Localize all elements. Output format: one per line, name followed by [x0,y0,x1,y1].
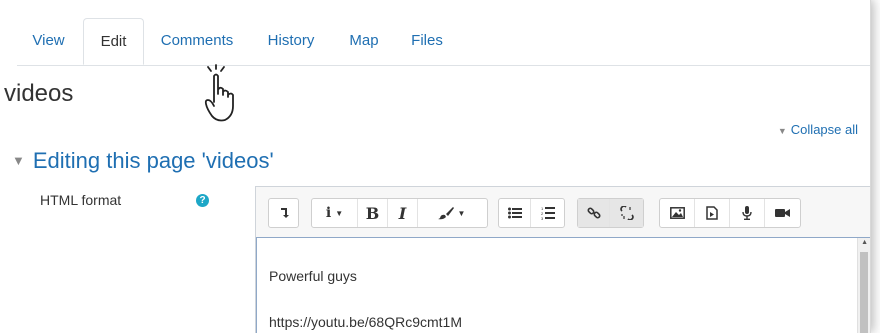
question-icon[interactable]: ? [196,194,209,207]
section-header[interactable]: ▼ Editing this page 'videos' [12,148,274,174]
media-file-icon [706,206,718,220]
italic-icon: I [398,203,407,223]
toolbar-group-format: i ▼ B I ▼ [311,198,488,228]
info-icon: i [325,205,332,221]
tab-map[interactable]: Map [345,18,383,65]
html-editor: i ▼ B I ▼ 123 Powerful guys https://yout… [255,186,870,333]
numbered-list-icon: 123 [541,206,555,220]
scrollbar-thumb[interactable] [860,252,868,333]
toggle-toolbar-icon [280,208,289,218]
chevron-down-icon: ▼ [457,208,466,218]
media-button[interactable] [695,199,730,227]
tab-comments[interactable]: Comments [152,18,242,65]
hand-cursor-icon [204,64,234,122]
bold-icon: B [365,203,380,223]
collapse-all-link[interactable]: ▼ Collapse all [778,122,858,137]
tab-view[interactable]: View [17,18,80,65]
bullet-list-button[interactable] [499,199,531,227]
field-label: HTML format [40,192,122,208]
image-button[interactable] [660,199,695,227]
toolbar-group-media [659,198,801,228]
tab-bar: View Edit Comments History Map Files [17,18,870,66]
chevron-down-icon: ▼ [335,208,344,218]
paintbrush-icon [437,207,454,220]
editor-toolbar: i ▼ B I ▼ 123 [256,187,870,235]
video-camera-icon [775,209,790,217]
collapse-all-label: Collapse all [790,122,858,137]
style-button[interactable]: ▼ [418,199,485,227]
info-button[interactable]: i ▼ [312,199,358,227]
link-icon [586,207,601,219]
tab-files[interactable]: Files [407,18,447,65]
svg-text:3: 3 [541,216,544,220]
bold-button[interactable]: B [358,199,388,227]
tab-history[interactable]: History [260,18,322,65]
link-button[interactable] [578,199,610,227]
page-title: videos [4,80,74,107]
toolbar-group-toggle [268,198,299,228]
editor-content-area[interactable]: Powerful guys https://youtu.be/68QRc9cmt… [256,237,870,333]
unlink-button[interactable] [610,199,643,227]
record-audio-button[interactable] [730,199,765,227]
page-frame: View Edit Comments History Map Files vid… [0,0,871,333]
microphone-icon [742,206,752,220]
record-video-button[interactable] [765,199,800,227]
triangle-down-icon: ▼ [12,153,25,168]
bullet-list-icon [507,207,522,219]
toolbar-group-links [577,198,644,228]
tab-edit[interactable]: Edit [83,18,144,65]
toolbar-group-lists: 123 [498,198,565,228]
vertical-scrollbar[interactable]: ▲ [857,238,870,333]
scroll-up-arrow-icon[interactable]: ▲ [861,239,868,246]
toggle-toolbar-button[interactable] [269,199,298,227]
content-line: Powerful guys [269,268,357,284]
content-line: https://youtu.be/68QRc9cmt1M [269,314,462,330]
triangle-down-icon: ▼ [777,126,787,136]
numbered-list-button[interactable]: 123 [531,199,564,227]
italic-button[interactable]: I [388,199,418,227]
image-icon [669,207,685,219]
unlink-icon [619,206,634,220]
section-heading: Editing this page 'videos' [32,148,274,173]
